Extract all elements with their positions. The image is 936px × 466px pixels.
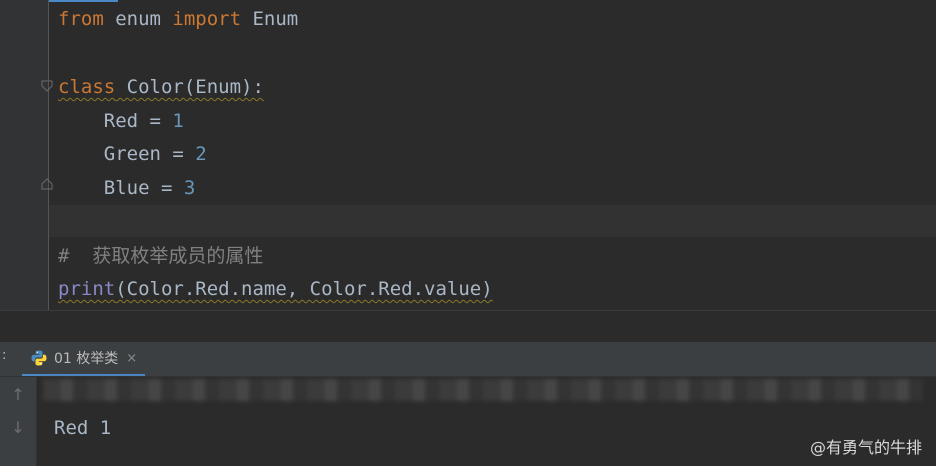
module-name: enum (103, 8, 173, 30)
run-tab-label: 01 枚举类 (54, 351, 119, 367)
member-blue: Blue = (58, 177, 184, 199)
code-line-blue[interactable]: Blue = 3 (58, 174, 196, 202)
class-signature: Color(Enum): (115, 76, 264, 98)
imported-name: Enum (241, 8, 299, 30)
value-blue: 3 (183, 177, 196, 199)
panel-separator (0, 310, 936, 343)
value-red: 1 (172, 110, 184, 132)
value-green: 2 (195, 143, 207, 165)
editor-gutter (0, 0, 48, 310)
arrow-up-icon[interactable]: ↑ (8, 385, 28, 405)
keyword-from: from (58, 8, 104, 30)
console-toolbar: ↑ ↓ (0, 377, 37, 466)
console-output: Red 1 (54, 417, 112, 439)
python-icon (31, 350, 47, 366)
builtin-print: print (58, 278, 116, 300)
keyword-import: import (172, 8, 242, 30)
member-green: Green = (58, 143, 196, 165)
code-line-print[interactable]: print(Color.Red.name, Color.Red.value) (58, 275, 493, 303)
current-line-highlight (49, 205, 936, 237)
code-line-import[interactable]: from enum import Enum (58, 5, 298, 33)
watermark: @有勇气的牛排 (809, 438, 922, 457)
run-console[interactable]: Red 1 (37, 377, 936, 466)
member-red: Red = (58, 110, 173, 132)
comment-text: # 获取枚举成员的属性 (58, 245, 264, 267)
code-line-comment[interactable]: # 获取枚举成员的属性 (58, 242, 263, 270)
keyword-class: class (58, 76, 116, 98)
blurred-command-line (43, 379, 923, 401)
fold-open-icon[interactable] (41, 80, 53, 92)
fold-close-icon[interactable] (41, 178, 53, 190)
code-line-class-def[interactable]: class Color(Enum): (58, 73, 264, 101)
print-arguments: (Color.Red.name, Color.Red.value) (115, 278, 493, 300)
code-line-green[interactable]: Green = 2 (58, 140, 207, 168)
run-panel-header: : 01 枚举类 × (0, 342, 936, 377)
gutter-divider (48, 0, 49, 310)
code-editor[interactable]: from enum import Enum class Color(Enum):… (0, 0, 936, 310)
run-tab[interactable]: 01 枚举类 × (22, 342, 146, 376)
close-icon[interactable]: × (126, 351, 137, 366)
code-line-red[interactable]: Red = 1 (58, 107, 184, 135)
arrow-down-icon[interactable]: ↓ (8, 418, 28, 438)
run-label: : (2, 348, 7, 363)
